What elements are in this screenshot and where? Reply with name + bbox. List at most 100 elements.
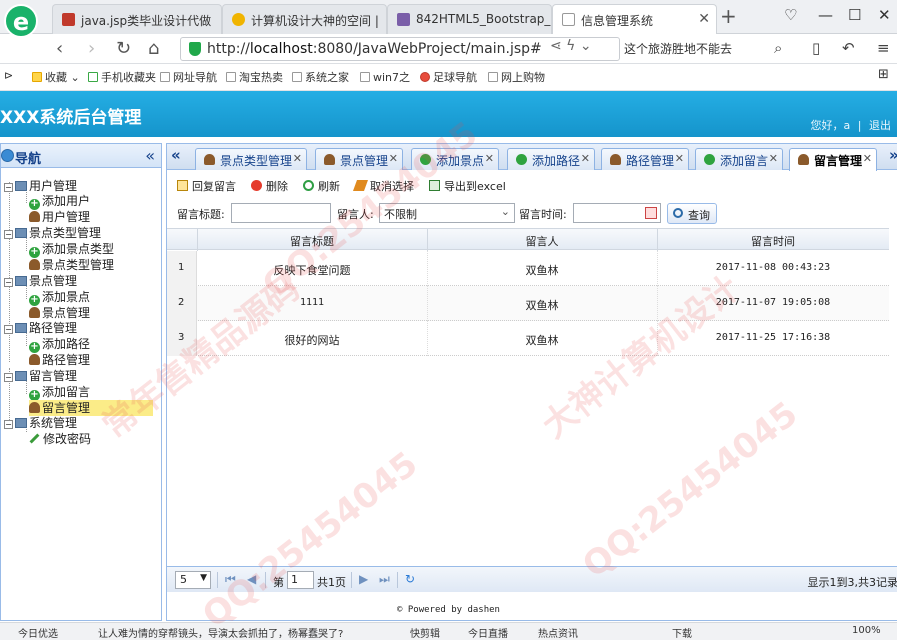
- refresh-button[interactable]: 刷新: [303, 178, 340, 194]
- browser-tab-2[interactable]: 计算机设计大神的空间 |: [222, 4, 387, 34]
- browser-tab-3[interactable]: 842HTML5_Bootstrap_: [387, 4, 552, 34]
- tab-route-manage[interactable]: 路径管理 ✕: [601, 148, 690, 170]
- tree-item-add-message[interactable]: + 添加留言: [29, 384, 90, 401]
- table-row[interactable]: 1 反映下食堂问题 双鱼林 2017-11-08 00:43:23: [167, 251, 889, 286]
- home-icon[interactable]: ⌂: [148, 38, 159, 59]
- bookmark-mobile[interactable]: 手机收藏夹: [88, 69, 156, 85]
- bookmark-taobao[interactable]: 淘宝热卖: [226, 69, 283, 85]
- bookmark-shopping[interactable]: 网上购物: [488, 69, 545, 85]
- search-icon[interactable]: ⌕: [774, 39, 782, 57]
- delete-button[interactable]: 删除: [251, 178, 288, 194]
- tab-message-manage[interactable]: 留言管理 ✕: [789, 148, 878, 171]
- close-icon[interactable]: ✕: [485, 152, 494, 165]
- close-icon[interactable]: ✕: [293, 152, 302, 165]
- scroll-right-icon[interactable]: »: [889, 146, 897, 164]
- status-news[interactable]: 让人难为情的穿帮镜头，导演太会抓拍了，杨幂蠢哭了?: [98, 625, 343, 640]
- tree-item-add-spot[interactable]: + 添加景点: [29, 289, 90, 306]
- tab-spot-type-manage[interactable]: 景点类型管理 ✕: [195, 148, 308, 170]
- tree-item-add-route[interactable]: + 添加路径: [29, 336, 90, 353]
- prev-page-icon[interactable]: ◀: [247, 572, 256, 586]
- tab-add-spot[interactable]: 添加景点 ✕: [411, 148, 500, 170]
- tab-add-message[interactable]: 添加留言 ✕: [695, 148, 784, 170]
- minimize-button[interactable]: —: [818, 6, 833, 24]
- status-download[interactable]: 下载: [672, 625, 692, 640]
- bookmark-nav[interactable]: 网址导航: [160, 69, 217, 85]
- reload-icon[interactable]: ↻: [116, 38, 131, 59]
- shirt-icon[interactable]: ♡: [784, 6, 797, 24]
- status-hot-news[interactable]: 热点资讯: [538, 625, 578, 640]
- expand-icon[interactable]: −: [4, 183, 13, 192]
- table-row[interactable]: 3 很好的网站 双鱼林 2017-11-25 17:16:38: [167, 321, 889, 356]
- tree-group-system[interactable]: − 系统管理: [4, 415, 77, 431]
- title-input[interactable]: [231, 203, 331, 223]
- tree-item-user-manage[interactable]: 用户管理: [29, 209, 90, 225]
- expand-icon[interactable]: −: [4, 373, 13, 382]
- expand-icon[interactable]: −: [4, 278, 13, 287]
- new-tab-button[interactable]: +: [720, 4, 737, 28]
- calendar-icon[interactable]: [645, 207, 657, 219]
- apps-icon[interactable]: ⊞: [878, 67, 889, 82]
- tab-spot-manage[interactable]: 景点管理 ✕: [315, 148, 404, 170]
- close-window-button[interactable]: ✕: [878, 6, 891, 24]
- maximize-button[interactable]: ☐: [848, 6, 861, 24]
- phone-icon[interactable]: ▯: [812, 39, 820, 57]
- first-page-icon[interactable]: ⏮: [225, 572, 236, 587]
- logout-link[interactable]: 退出: [869, 119, 891, 132]
- tree-item-spot-manage[interactable]: 景点管理: [29, 305, 90, 321]
- tree-group-messages[interactable]: − 留言管理: [4, 368, 77, 384]
- table-row[interactable]: 2 1111 双鱼林 2017-11-07 19:05:08: [167, 286, 889, 321]
- close-icon[interactable]: ✕: [581, 152, 590, 165]
- export-button[interactable]: 导出到excel: [429, 178, 506, 194]
- undo-icon[interactable]: ↶: [842, 39, 855, 57]
- bookmark-system[interactable]: 系统之家: [292, 69, 349, 85]
- status-zoom[interactable]: 100%: [852, 625, 881, 636]
- menu-icon[interactable]: ≡: [877, 39, 890, 57]
- browser-tab-active[interactable]: 信息管理系统 ✕: [552, 4, 717, 35]
- column-user[interactable]: 留言人: [427, 233, 657, 249]
- browser-tab-1[interactable]: java.jsp类毕业设计代做: [52, 4, 222, 34]
- next-page-icon[interactable]: ▶: [359, 572, 368, 586]
- expand-icon[interactable]: −: [4, 420, 13, 429]
- tree-item-message-manage[interactable]: 留言管理: [29, 400, 153, 416]
- close-icon[interactable]: ✕: [863, 152, 872, 165]
- expand-icon[interactable]: −: [4, 230, 13, 239]
- unselect-button[interactable]: 取消选择: [352, 178, 414, 194]
- tree-item-spot-type-manage[interactable]: 景点类型管理: [29, 257, 114, 273]
- tree-group-spot-types[interactable]: − 景点类型管理: [4, 225, 101, 241]
- column-title[interactable]: 留言标题: [197, 233, 427, 249]
- close-icon[interactable]: ✕: [389, 152, 398, 165]
- column-time[interactable]: 留言时间: [657, 233, 889, 249]
- tree-item-change-password[interactable]: 修改密码: [29, 431, 91, 447]
- bookmark-favorites[interactable]: 收藏 ⌄: [32, 69, 80, 85]
- tree-item-route-manage[interactable]: 路径管理: [29, 352, 90, 368]
- time-input[interactable]: [573, 203, 661, 223]
- bookmark-win7[interactable]: win7之: [360, 69, 410, 85]
- tree-group-routes[interactable]: − 路径管理: [4, 320, 77, 336]
- tree-group-spots[interactable]: − 景点管理: [4, 273, 77, 289]
- tab-add-route[interactable]: 添加路径 ✕: [507, 148, 596, 170]
- collapse-icon[interactable]: «: [145, 146, 155, 165]
- page-size-select[interactable]: 5 ▼: [175, 571, 211, 589]
- query-button[interactable]: 查询: [667, 203, 717, 224]
- browser-logo[interactable]: e: [4, 4, 38, 38]
- share-icon[interactable]: ⋖ ϟ ⌄: [550, 38, 592, 54]
- bookmark-football[interactable]: 足球导航: [420, 69, 477, 85]
- close-icon[interactable]: ✕: [698, 11, 710, 27]
- last-page-icon[interactable]: ⏭: [379, 572, 390, 587]
- forward-icon[interactable]: ›: [88, 38, 95, 59]
- close-icon[interactable]: ✕: [769, 152, 778, 165]
- scroll-left-icon[interactable]: «: [171, 146, 181, 164]
- status-live[interactable]: 今日直播: [468, 625, 508, 640]
- search-hint[interactable]: 这个旅游胜地不能去: [624, 40, 732, 57]
- refresh-icon[interactable]: ↻: [405, 572, 415, 586]
- status-quick-edit[interactable]: 快剪辑: [410, 625, 440, 640]
- reply-button[interactable]: 回复留言: [177, 178, 236, 194]
- tree-item-add-spot-type[interactable]: + 添加景点类型: [29, 241, 114, 258]
- status-today-picks[interactable]: 今日优选: [18, 625, 58, 640]
- tree-item-add-user[interactable]: + 添加用户: [29, 193, 90, 210]
- close-icon[interactable]: ✕: [675, 152, 684, 165]
- page-input[interactable]: 1: [287, 571, 314, 589]
- user-select[interactable]: 不限制 ⌄: [379, 203, 515, 223]
- back-icon[interactable]: ‹: [56, 38, 63, 59]
- expand-icon[interactable]: −: [4, 325, 13, 334]
